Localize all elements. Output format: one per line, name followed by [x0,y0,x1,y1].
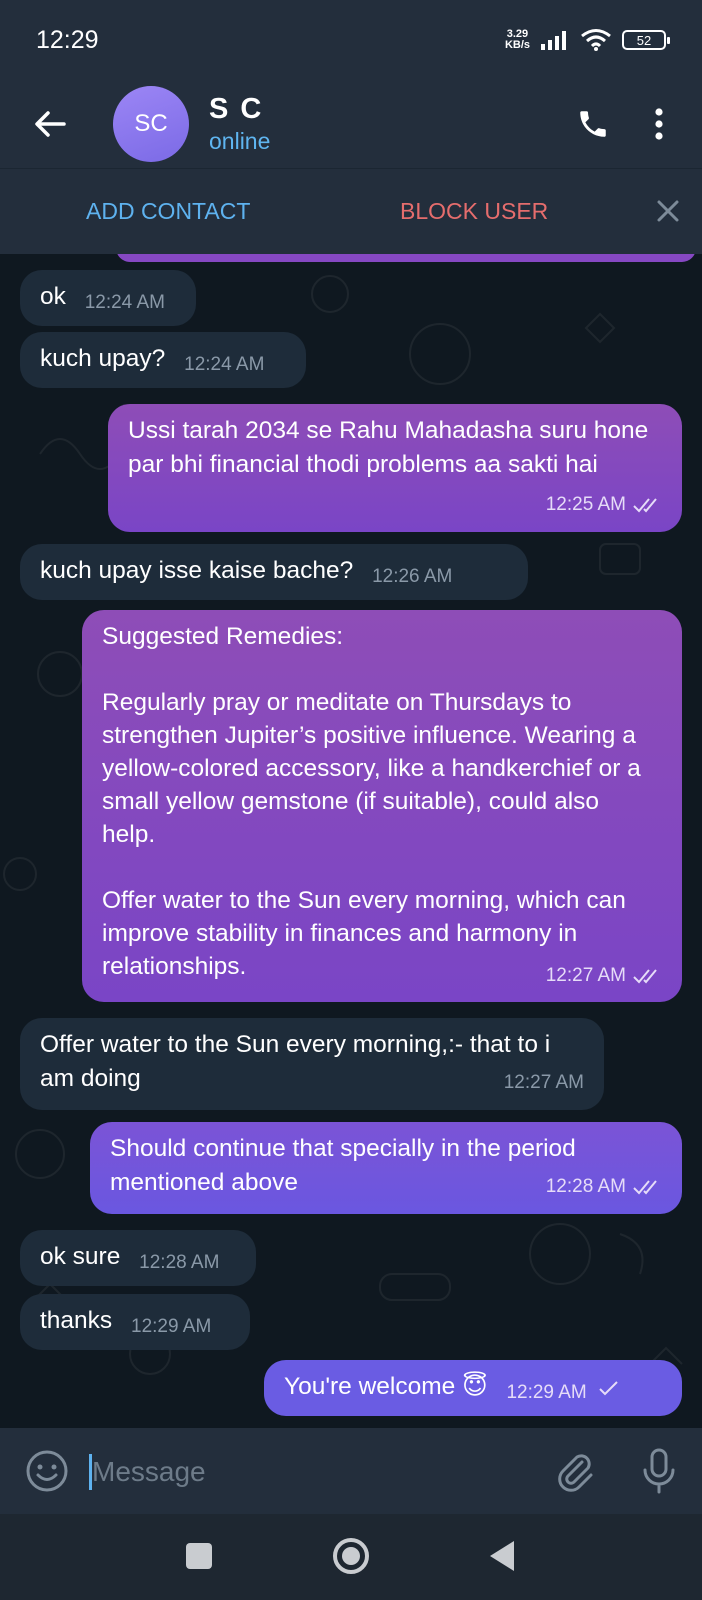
double-check-icon [633,498,657,513]
message-time: 12:25 AM [545,494,626,515]
incoming-message[interactable]: kuch upay isse kaise bache? 12:26 AM [20,544,528,600]
previous-message-edge [116,254,696,262]
message-text: ok [40,283,66,310]
contact-name: S C [209,93,264,125]
message-time: 12:29 AM [506,1382,587,1403]
back-arrow-icon [35,111,66,137]
close-icon[interactable] [650,193,686,229]
message-list[interactable]: ok 12:24 AM kuch upay? 12:24 AM Ussi tar… [0,254,702,1428]
message-meta: 12:25 AM [546,488,662,522]
phone-icon [580,111,606,137]
status-icons: 3.29 KB/s 52 [505,28,670,52]
avatar-initials: SC [134,110,168,137]
message-text: thanks [40,1307,113,1334]
message-text: You're welcome 😇 [284,1373,488,1400]
outgoing-message[interactable]: You're welcome 😇 12:29 AM [264,1360,682,1416]
message-time: 12:29 AM [131,1316,212,1337]
outgoing-message[interactable]: Should continue that specially in the pe… [90,1122,682,1214]
wifi-icon [581,29,611,51]
contact-status: online [209,128,271,154]
message-text: kuch upay isse kaise bache? [40,557,354,584]
double-check-icon [633,968,657,983]
battery-level: 52 [636,32,652,48]
message-text: Offer water to the Sun every morning,:- … [40,1031,558,1092]
status-bar: 12:29 3.29 KB/s 52 [0,0,702,80]
message-time: 12:28 AM [545,1176,626,1197]
message-text: ok sure [40,1243,121,1270]
home-button[interactable] [333,1538,369,1574]
microphone-icon[interactable] [636,1446,682,1496]
recents-button[interactable] [186,1543,212,1569]
single-check-icon [598,1381,618,1396]
message-text: kuch upay? [40,345,166,372]
incoming-message[interactable]: ok 12:24 AM [20,270,196,326]
status-time: 12:29 [36,25,99,54]
system-navigation-bar [0,1514,702,1600]
emoji-icon[interactable] [24,1448,70,1494]
message-time: 12:24 AM [84,292,165,313]
message-composer [0,1428,702,1514]
block-user-button[interactable]: BLOCK USER [400,198,548,225]
back-button[interactable] [0,80,100,168]
incoming-message[interactable]: Offer water to the Sun every morning,:- … [20,1018,604,1110]
call-button[interactable] [560,80,626,168]
network-speed: 3.29 KB/s [505,29,530,51]
message-text: Suggested Remedies: Regularly pray or me… [102,623,641,980]
incoming-message[interactable]: ok sure 12:28 AM [20,1230,256,1286]
message-text: Ussi tarah 2034 se Rahu Mahadasha suru h… [128,417,656,478]
battery-indicator: 52 [622,30,670,50]
chat-header: SC S C online [0,80,702,168]
contact-action-bar: ADD CONTACT BLOCK USER [0,168,702,254]
add-contact-button[interactable]: ADD CONTACT [86,198,250,225]
double-check-icon [633,1180,657,1195]
message-time: 12:27 AM [503,1072,584,1093]
message-time: 12:26 AM [372,566,453,587]
signal-icon [541,31,566,50]
incoming-message[interactable]: kuch upay? 12:24 AM [20,332,306,388]
chat-title-block[interactable]: S C online [209,93,560,155]
message-meta: 12:28 AM [546,1170,662,1204]
message-input[interactable] [92,1450,512,1494]
avatar[interactable]: SC [113,86,189,162]
message-time: 12:28 AM [139,1252,220,1273]
message-time: 12:27 AM [545,965,626,986]
more-vertical-icon [655,108,663,140]
message-meta: 12:27 AM [504,1066,584,1100]
outgoing-message[interactable]: Ussi tarah 2034 se Rahu Mahadasha suru h… [108,404,682,532]
more-options-button[interactable] [626,80,692,168]
outgoing-message[interactable]: Suggested Remedies: Regularly pray or me… [82,610,682,1002]
system-back-button[interactable] [490,1541,514,1571]
network-speed-unit: KB/s [504,39,530,51]
paperclip-icon[interactable] [552,1448,598,1494]
incoming-message[interactable]: thanks 12:29 AM [20,1294,250,1350]
message-time: 12:24 AM [184,354,265,375]
message-meta: 12:27 AM [546,959,662,992]
